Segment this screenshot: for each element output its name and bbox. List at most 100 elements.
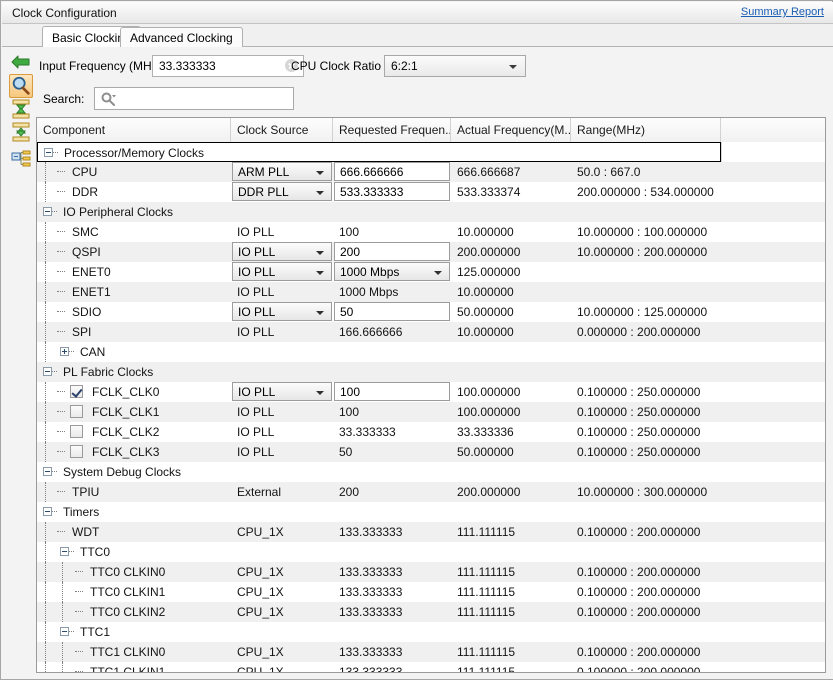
cell-range: 0.100000 : 200.000000	[577, 645, 701, 659]
table-group-row[interactable]: Timers	[37, 502, 825, 522]
cell-clock-source-value: IO PLL	[238, 305, 276, 319]
row-enable-checkbox[interactable]	[70, 425, 83, 438]
chevron-down-icon	[434, 271, 442, 275]
cell-requested-frequency-input[interactable]: 50	[334, 302, 450, 321]
table-group-row[interactable]: CAN	[37, 342, 825, 362]
tree-view-button[interactable]	[9, 147, 33, 171]
cell-clock-source: IO PLL	[237, 445, 275, 459]
tab-advanced-clocking[interactable]: Advanced Clocking	[120, 27, 243, 47]
table-row[interactable]: CPU ARM PLL 666.666666 666.666687 50.0 : 667…	[37, 162, 825, 182]
cell-component: TTC1	[80, 625, 110, 639]
cell-clock-source: IO PLL	[237, 225, 275, 239]
cell-component: TTC0 CLKIN1	[90, 585, 166, 599]
cell-actual-frequency: 111.111115	[457, 585, 516, 599]
row-enable-checkbox[interactable]	[70, 385, 83, 398]
collapse-node-icon[interactable]	[60, 627, 69, 636]
cell-clock-source-value: ARM PLL	[238, 165, 290, 179]
table-group-row[interactable]: TTC1	[37, 622, 825, 642]
cell-requested-frequency-dropdown[interactable]: 1000 Mbps	[334, 262, 450, 281]
cell-component: ENET0	[72, 265, 111, 279]
table-row[interactable]: DDR DDR PLL 533.333333 533.333374 200.000000…	[37, 182, 825, 202]
cell-clock-source-dropdown[interactable]: DDR PLL	[232, 182, 332, 201]
tree-guide-line	[45, 182, 46, 202]
table-row[interactable]: FCLK_CLK1 IO PLL 100 100.000000 0.100000 : 2…	[37, 402, 825, 422]
collapse-all-button[interactable]	[9, 97, 33, 121]
cell-actual-frequency: 111.111115	[457, 645, 516, 659]
expand-all-button[interactable]	[9, 120, 33, 144]
cell-requested-frequency: 100	[339, 405, 360, 419]
cell-requested-frequency-input[interactable]: 533.333333	[334, 182, 450, 201]
input-frequency-field[interactable]	[152, 55, 304, 77]
chevron-down-icon	[316, 251, 324, 255]
table-row[interactable]: WDT CPU_1X 133.333333 111.111115 0.100000 : …	[37, 522, 825, 542]
table-row[interactable]: TTC0 CLKIN1 CPU_1X 133.333333 111.111115 0.1…	[37, 582, 825, 602]
table-row[interactable]: SPI IO PLL 166.666666 10.000000 0.000000 : 2…	[37, 322, 825, 342]
table-row[interactable]: TTC0 CLKIN0 CPU_1X 133.333333 111.111115 0.1…	[37, 562, 825, 582]
collapse-node-icon[interactable]	[43, 507, 52, 516]
column-header-actual-frequency[interactable]: Actual Frequency(M...	[451, 118, 571, 142]
expand-node-icon[interactable]	[60, 347, 69, 356]
cell-clock-source: CPU_1X	[237, 525, 284, 539]
column-header-requested-frequency[interactable]: Requested Frequen...	[333, 118, 451, 142]
cell-actual-frequency: 111.111115	[457, 665, 516, 673]
search-toggle-button[interactable]	[9, 74, 33, 98]
summary-report-link[interactable]: Summary Report	[741, 6, 824, 18]
cell-clock-source: CPU_1X	[237, 605, 284, 619]
tree-guide-line	[45, 222, 46, 242]
chevron-down-icon	[316, 271, 324, 275]
table-row[interactable]: ENET1 IO PLL 1000 Mbps 10.000000	[37, 282, 825, 302]
tree-guide-line	[45, 342, 46, 362]
column-header-clock-source[interactable]: Clock Source	[231, 118, 333, 142]
tree-hook-line	[52, 511, 57, 512]
table-row[interactable]: SMC IO PLL 100 10.000000 10.000000 : 100.000…	[37, 222, 825, 242]
table-row[interactable]: QSPI IO PLL 200 200.000000 10.000000 : 200.0…	[37, 242, 825, 262]
cell-clock-source-dropdown[interactable]: IO PLL	[232, 262, 332, 281]
cell-clock-source-dropdown[interactable]: IO PLL	[232, 242, 332, 261]
back-arrow-button[interactable]	[9, 50, 33, 74]
tree-guide-line	[62, 602, 63, 622]
cell-clock-source-dropdown[interactable]: IO PLL	[232, 302, 332, 321]
table-row[interactable]: TTC1 CLKIN0 CPU_1X 133.333333 111.111115 0.1…	[37, 642, 825, 662]
cell-requested-frequency-input[interactable]: 200	[334, 242, 450, 261]
table-group-row[interactable]: IO Peripheral Clocks	[37, 202, 825, 222]
row-enable-checkbox[interactable]	[70, 445, 83, 458]
cpu-clock-ratio-dropdown[interactable]: 6:2:1	[384, 55, 526, 77]
table-row[interactable]: TTC0 CLKIN2 CPU_1X 133.333333 111.111115 0.1…	[37, 602, 825, 622]
table-row[interactable]: ENET0 IO PLL 1000 Mbps 125.000000	[37, 262, 825, 282]
collapse-node-icon[interactable]	[44, 148, 53, 157]
column-header-component[interactable]: Component	[37, 118, 231, 142]
collapse-all-icon	[12, 99, 30, 119]
table-group-row[interactable]: System Debug Clocks	[37, 462, 825, 482]
tree-hook-line	[57, 411, 65, 412]
table-row[interactable]: FCLK_CLK0 IO PLL 100 100.000000 0.100000 : 2…	[37, 382, 825, 402]
table-group-row[interactable]: PL Fabric Clocks	[37, 362, 825, 382]
table-row[interactable]: FCLK_CLK2 IO PLL 33.333333 33.333336 0.10000…	[37, 422, 825, 442]
table-row[interactable]: TTC1 CLKIN1 CPU_1X 133.333333 111.111115 0.1…	[37, 662, 825, 673]
table-group-row[interactable]: TTC0	[37, 542, 825, 562]
search-input[interactable]	[117, 89, 291, 108]
cell-requested-frequency: 133.333333	[339, 565, 403, 579]
table-row[interactable]: FCLK_CLK3 IO PLL 50 50.000000 0.100000 : 250…	[37, 442, 825, 462]
cell-range: 0.100000 : 250.000000	[577, 385, 701, 399]
cell-clock-source-dropdown[interactable]: ARM PLL	[232, 162, 332, 181]
cell-requested-frequency: 133.333333	[339, 665, 403, 673]
collapse-node-icon[interactable]	[43, 367, 52, 376]
cell-actual-frequency: 125.000000	[457, 265, 521, 279]
cell-component: FCLK_CLK1	[92, 405, 160, 419]
cell-requested-frequency: 133.333333	[339, 605, 403, 619]
cell-clock-source: CPU_1X	[237, 645, 284, 659]
column-header-range[interactable]: Range(MHz)	[571, 118, 721, 142]
collapse-node-icon[interactable]	[43, 467, 52, 476]
cell-requested-frequency-input[interactable]: 100	[334, 382, 450, 401]
tree-guide-line	[45, 582, 46, 602]
cell-component: DDR	[72, 185, 98, 199]
table-group-row[interactable]: Processor/Memory Clocks	[37, 142, 721, 162]
table-row[interactable]: TPIU External 200 200.000000 10.000000 : 300…	[37, 482, 825, 502]
table-row[interactable]: SDIO IO PLL 50 50.000000 10.000000 : 125.000…	[37, 302, 825, 322]
cell-clock-source-dropdown[interactable]: IO PLL	[232, 382, 332, 401]
cell-requested-frequency-input[interactable]: 666.666666	[334, 162, 450, 181]
search-input-wrapper[interactable]	[94, 87, 294, 110]
row-enable-checkbox[interactable]	[70, 405, 83, 418]
collapse-node-icon[interactable]	[43, 207, 52, 216]
collapse-node-icon[interactable]	[60, 547, 69, 556]
